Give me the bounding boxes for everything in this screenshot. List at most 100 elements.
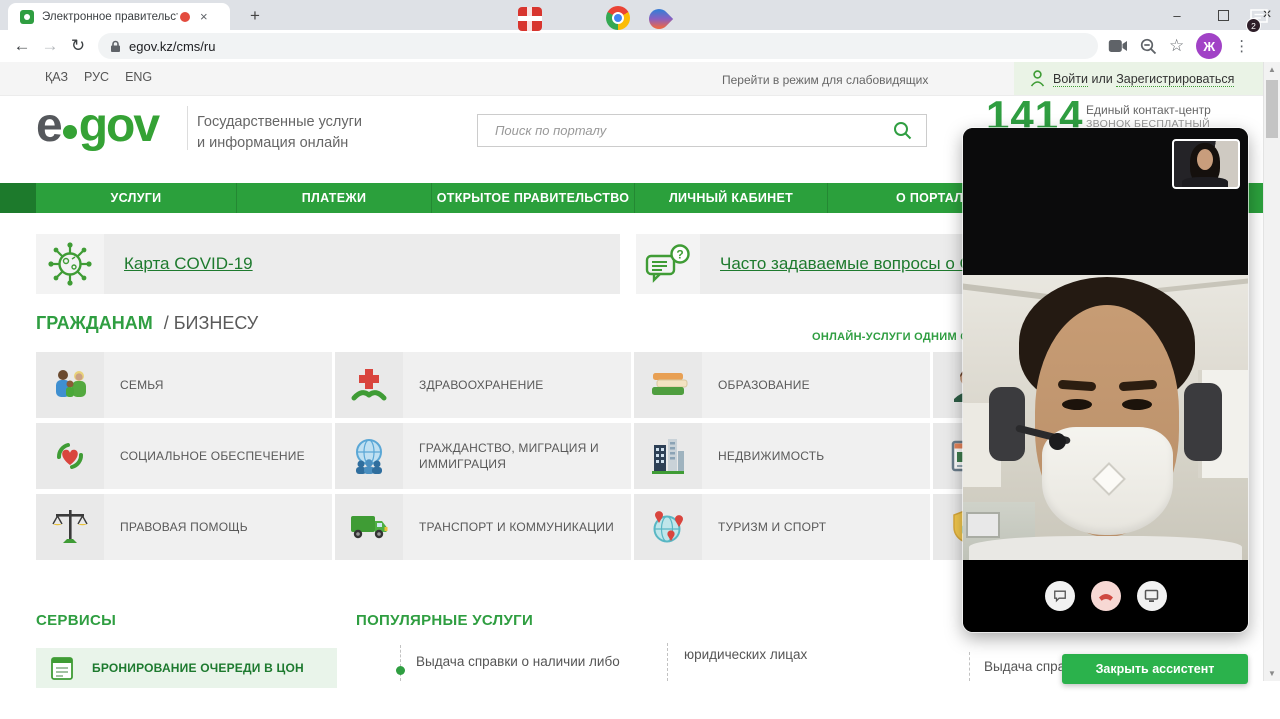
truck-icon: [335, 494, 403, 560]
notification-badge: 2: [1246, 18, 1261, 33]
booking-queue-label: БРОНИРОВАНИЕ ОЧЕРЕДИ В ЦОН: [92, 661, 304, 675]
egov-logo[interactable]: e gov: [36, 98, 158, 153]
url-text: egov.kz/cms/ru: [129, 39, 215, 54]
nav-open-government[interactable]: ОТКРЫТОЕ ПРАВИТЕЛЬСТВО: [431, 183, 634, 213]
services-heading: СЕРВИСЫ: [36, 612, 116, 629]
tile-label: ТУРИЗМ И СПОРТ: [702, 494, 930, 560]
browser-tab[interactable]: Электронное правительстве ×: [8, 3, 230, 30]
zoom-out-icon[interactable]: [1140, 38, 1157, 55]
scroll-up-icon[interactable]: ▲: [1264, 62, 1280, 77]
reload-icon[interactable]: ↻: [64, 36, 92, 56]
language-switcher: ҚАЗ РУС ENG: [45, 70, 152, 84]
logo-gov-text: gov: [79, 98, 158, 153]
covid-faq-link[interactable]: Часто задаваемые вопросы о CO: [720, 254, 985, 274]
tile-label: ЗДРАВООХРАНЕНИЕ: [403, 352, 631, 418]
lang-kaz[interactable]: ҚАЗ: [45, 70, 68, 84]
tile-family[interactable]: СЕМЬЯ: [36, 352, 332, 418]
headset-earcup-right: [1184, 383, 1222, 461]
popular-item-line: [667, 643, 668, 681]
tile-social-security[interactable]: СОЦИАЛЬНОЕ ОБЕСПЕЧЕНИЕ: [36, 423, 332, 489]
call-controls: [963, 560, 1248, 632]
chat-button[interactable]: [1045, 581, 1075, 611]
user-icon: [1030, 70, 1045, 87]
faq-icon: ?: [636, 234, 700, 294]
booking-queue-tile[interactable]: БРОНИРОВАНИЕ ОЧЕРЕДИ В ЦОН: [36, 648, 337, 688]
lang-rus[interactable]: РУС: [84, 70, 109, 84]
lang-eng[interactable]: ENG: [125, 70, 152, 84]
chat-icon: [1053, 589, 1067, 603]
operator-video: [963, 275, 1248, 560]
tile-label: ТРАНСПОРТ И КОММУНИКАЦИИ: [403, 494, 631, 560]
popular-heading: ПОПУЛЯРНЫЕ УСЛУГИ: [356, 612, 533, 629]
virus-icon: [36, 234, 104, 294]
tile-citizenship[interactable]: ГРАЖДАНСТВО, МИГРАЦИЯ И ИММИГРАЦИЯ: [335, 423, 631, 489]
new-tab-button[interactable]: +: [244, 5, 266, 27]
lock-icon: [110, 40, 121, 53]
covid-map-link[interactable]: Карта COVID-19: [124, 254, 253, 274]
nav-services[interactable]: УСЛУГИ: [36, 183, 236, 213]
covid-map-banner[interactable]: Карта COVID-19: [36, 234, 620, 294]
back-icon[interactable]: ←: [8, 36, 36, 56]
tile-education[interactable]: ОБРАЗОВАНИЕ: [634, 352, 930, 418]
audience-business[interactable]: / БИЗНЕСУ: [164, 313, 258, 333]
scrollbar-thumb[interactable]: [1266, 80, 1278, 138]
portal-search[interactable]: [477, 114, 927, 147]
nav-personal-cabinet[interactable]: ЛИЧНЫЙ КАБИНЕТ: [634, 183, 827, 213]
scroll-down-icon[interactable]: ▼: [1264, 666, 1280, 681]
site-tagline: Государственные услуги и информация онла…: [197, 112, 362, 154]
tile-legal-help[interactable]: ПРАВОВАЯ ПОМОЩЬ: [36, 494, 332, 560]
tourism-globe-icon: [634, 494, 702, 560]
nav-home-block[interactable]: [0, 183, 36, 213]
screenshot-root: { "browser": { "tab_title": "Электронное…: [0, 0, 1280, 719]
assistant-video-top: [963, 128, 1248, 275]
popular-item-line: [400, 645, 401, 681]
browser-menu-icon[interactable]: ⋮: [1234, 37, 1249, 55]
popular-item-2[interactable]: юридических лицах: [684, 647, 807, 662]
window-restore-button[interactable]: [1206, 0, 1240, 30]
tab-title: Электронное правительстве: [42, 11, 178, 23]
camera-icon[interactable]: [1108, 39, 1128, 53]
bookmark-star-icon[interactable]: ☆: [1169, 36, 1184, 56]
legal-scales-icon: [36, 494, 104, 560]
hangup-phone-icon: [1098, 590, 1114, 602]
tile-healthcare[interactable]: ЗДРАВООХРАНЕНИЕ: [335, 352, 631, 418]
audience-citizens[interactable]: ГРАЖДАНАМ: [36, 313, 153, 333]
tile-transport[interactable]: ТРАНСПОРТ И КОММУНИКАЦИИ: [335, 494, 631, 560]
login-link[interactable]: Войти или Зарегистрироваться: [1053, 72, 1234, 86]
popular-item-1[interactable]: Выдача справки о наличии либо: [416, 654, 620, 669]
tile-label: ПРАВОВАЯ ПОМОЩЬ: [104, 494, 332, 560]
screen-share-button[interactable]: [1137, 581, 1167, 611]
family-icon: [36, 352, 104, 418]
page-scrollbar[interactable]: ▲ ▼: [1263, 62, 1280, 681]
search-icon[interactable]: [893, 121, 912, 140]
window-minimize-button[interactable]: –: [1160, 0, 1194, 30]
screen-icon: [1144, 589, 1159, 603]
tile-tourism[interactable]: ТУРИЗМ И СПОРТ: [634, 494, 930, 560]
address-bar[interactable]: egov.kz/cms/ru: [98, 33, 1098, 59]
tile-real-estate[interactable]: НЕДВИЖИМОСТЬ: [634, 423, 930, 489]
healthcare-icon: [335, 352, 403, 418]
browser-tabstrip: Электронное правительстве × + – ×: [0, 0, 1280, 30]
login-zone[interactable]: Войти или Зарегистрироваться: [1014, 62, 1264, 95]
tile-label: СЕМЬЯ: [104, 352, 332, 418]
logo-e-text: e: [36, 98, 61, 153]
real-estate-icon: [634, 423, 702, 489]
portal-search-input[interactable]: [493, 122, 893, 139]
svg-text:?: ?: [676, 248, 683, 262]
gift-icon: [518, 7, 542, 31]
nav-payments[interactable]: ПЛАТЕЖИ: [236, 183, 431, 213]
tile-label: СОЦИАЛЬНОЕ ОБЕСПЕЧЕНИЕ: [104, 423, 332, 489]
profile-avatar[interactable]: Ж: [1196, 33, 1222, 59]
tile-label: НЕДВИЖИМОСТЬ: [702, 423, 930, 489]
hangup-button[interactable]: [1091, 581, 1121, 611]
timeline-dot: [396, 666, 405, 675]
action-center-button[interactable]: 2: [1248, 7, 1272, 31]
headset-mic-icon: [1049, 433, 1066, 450]
social-security-icon: [36, 423, 104, 489]
forward-icon[interactable]: →: [36, 36, 64, 56]
close-assistant-button[interactable]: Закрыть ассистент: [1062, 654, 1248, 684]
accessibility-mode-link[interactable]: Перейти в режим для слабовидящих: [722, 73, 928, 87]
egov-favicon: [20, 10, 34, 24]
tab-close-icon[interactable]: ×: [200, 9, 208, 24]
browser-toolbar: ← → ↻ egov.kz/cms/ru ☆ Ж ⋮: [0, 30, 1280, 62]
